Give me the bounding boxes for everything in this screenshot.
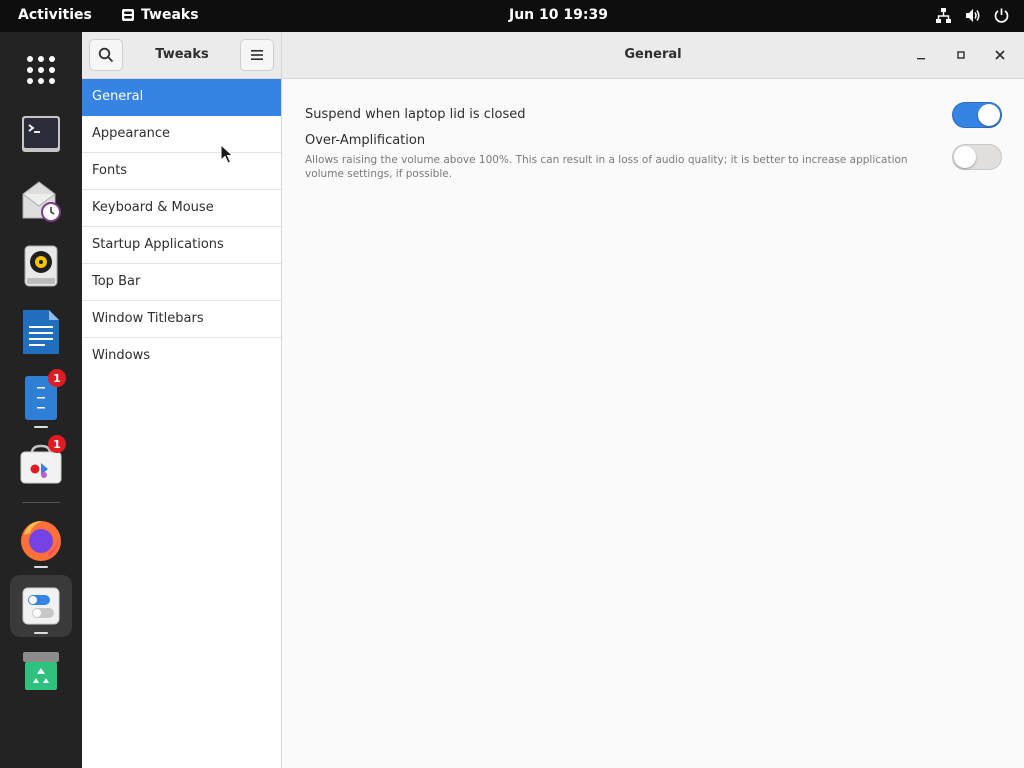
over-amplification-label: Over-Amplification xyxy=(305,133,426,148)
dock: 1 1 xyxy=(0,32,82,768)
suspend-lid-switch[interactable] xyxy=(952,102,1002,128)
window-header-bar: Tweaks General xyxy=(82,32,1024,79)
mouse-pointer-icon xyxy=(220,143,234,164)
running-indicator xyxy=(34,566,48,568)
running-indicator xyxy=(34,426,48,428)
sidebar-item-appearance[interactable]: Appearance xyxy=(82,116,281,153)
over-amplification-switch[interactable] xyxy=(952,144,1002,170)
show-apps-icon[interactable] xyxy=(10,39,72,101)
clock[interactable]: Jun 10 19:39 xyxy=(509,7,608,23)
sidebar-header: Tweaks xyxy=(82,32,282,79)
volume-icon[interactable] xyxy=(964,7,981,24)
sidebar-item-general[interactable]: General xyxy=(82,79,281,116)
sidebar-item-fonts[interactable]: Fonts xyxy=(82,153,281,190)
running-indicator xyxy=(34,632,48,634)
sidebar-item-top-bar[interactable]: Top Bar xyxy=(82,264,281,301)
minimize-button[interactable] xyxy=(911,45,931,65)
main-menu-button[interactable] xyxy=(240,39,274,71)
activities-button[interactable]: Activities xyxy=(18,7,92,23)
over-amplification-description: Allows raising the volume above 100%. Th… xyxy=(305,154,908,180)
suspend-lid-label: Suspend when laptop lid is closed xyxy=(305,107,526,122)
tweaks-dock-icon[interactable] xyxy=(10,575,72,637)
maximize-icon xyxy=(957,51,965,59)
close-icon xyxy=(995,50,1005,60)
sidebar-item-startup-applications[interactable]: Startup Applications xyxy=(82,227,281,264)
terminal-icon[interactable] xyxy=(10,103,72,165)
firefox-icon[interactable] xyxy=(10,509,72,571)
trash-icon[interactable] xyxy=(10,640,72,702)
top-bar: Activities Tweaks Jun 10 19:39 xyxy=(0,0,1024,32)
rhythmbox-icon[interactable] xyxy=(10,235,72,297)
tweaks-app-icon xyxy=(121,8,135,22)
power-icon[interactable] xyxy=(993,7,1010,24)
switch-knob xyxy=(954,146,976,168)
sidebar: General Appearance Fonts Keyboard & Mous… xyxy=(82,79,282,768)
software-center-icon[interactable]: 1 xyxy=(10,433,72,495)
dock-separator xyxy=(22,502,60,503)
sidebar-item-window-titlebars[interactable]: Window Titlebars xyxy=(82,301,281,338)
system-tray[interactable] xyxy=(935,7,1010,24)
files-badge: 1 xyxy=(48,369,66,387)
mail-scheduler-icon[interactable] xyxy=(10,169,72,231)
files-icon[interactable]: 1 xyxy=(10,367,72,429)
app-menu-label: Tweaks xyxy=(141,7,199,23)
network-icon[interactable] xyxy=(935,7,952,24)
sidebar-item-windows[interactable]: Windows xyxy=(82,338,281,375)
settings-panel: Suspend when laptop lid is closed Over-A… xyxy=(282,79,1024,768)
libreoffice-writer-icon[interactable] xyxy=(10,301,72,363)
hamburger-icon xyxy=(251,50,263,60)
sidebar-item-keyboard-mouse[interactable]: Keyboard & Mouse xyxy=(82,190,281,227)
software-badge: 1 xyxy=(48,435,66,453)
maximize-button[interactable] xyxy=(951,45,971,65)
minimize-icon xyxy=(917,58,925,60)
app-menu[interactable]: Tweaks xyxy=(121,7,199,23)
tweaks-window: Tweaks General General Appearance Fonts … xyxy=(82,32,1024,768)
switch-knob xyxy=(978,104,1000,126)
close-button[interactable] xyxy=(990,45,1010,65)
